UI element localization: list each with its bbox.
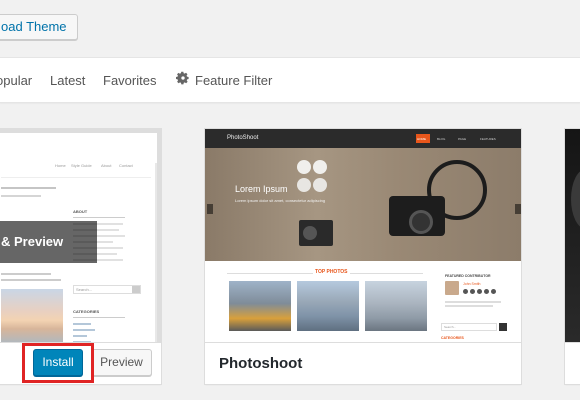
filter-latest[interactable]: Latest	[50, 73, 85, 88]
mini-categories-heading: CATEGORIES	[73, 309, 100, 314]
photo-thumb	[297, 281, 359, 331]
filter-popular[interactable]: opular	[0, 73, 32, 88]
feature-filter-link[interactable]: Feature Filter	[195, 73, 272, 88]
contributor-avatar	[445, 281, 459, 295]
upload-theme-button[interactable]: oad Theme	[0, 14, 78, 40]
top-photos-heading: TOP PHOTOS	[313, 269, 350, 275]
mini-nav-item: PAGE	[458, 137, 467, 141]
hero-image: Lorem Ipsum Lorem ipsum dolor sit amet, …	[205, 148, 521, 261]
featured-contributor-heading: FEATURED CONTRIBUTOR	[445, 274, 491, 278]
mini-nav-item: BLOG	[437, 137, 446, 141]
theme-card-photoshoot[interactable]: PhotoShoot HOME BLOG PAGE FEATURES Lorem…	[204, 128, 522, 385]
gear-icon[interactable]	[176, 71, 190, 85]
preview-label: Preview	[100, 355, 143, 369]
filter-favorites[interactable]: Favorites	[103, 73, 156, 88]
mini-categories-heading: CATEGORIES	[441, 336, 464, 340]
sunset-image	[1, 289, 63, 342]
mini-nav-item: Home	[55, 163, 66, 168]
theme-screenshot: PhotoShoot HOME BLOG PAGE FEATURES Lorem…	[205, 129, 521, 342]
contributor-name: John Smith	[463, 282, 481, 286]
mini-about-heading: ABOUT	[73, 209, 88, 214]
theme-card-footer: Photoshoot	[205, 342, 521, 384]
hero-title: Lorem Ipsum	[235, 184, 288, 194]
mini-nav-item: FEATURES	[480, 137, 496, 141]
mini-nav-item: About	[101, 163, 112, 168]
details-preview-overlay[interactable]: & Preview	[0, 221, 97, 263]
install-highlight-box	[22, 343, 94, 383]
mini-nav-item: HOME	[417, 137, 426, 141]
preview-button[interactable]: Preview	[91, 349, 152, 376]
mini-nav-item: Style Guide	[71, 163, 92, 168]
mini-brand: PhotoShoot	[227, 135, 259, 141]
mini-search: Search...	[76, 287, 93, 292]
theme-card-3[interactable]	[564, 128, 580, 385]
theme-filter-bar: opular Latest Favorites Feature Filter	[0, 57, 580, 103]
photo-thumb	[365, 281, 427, 331]
upload-theme-label: oad Theme	[1, 19, 67, 34]
details-preview-label: & Preview	[1, 234, 64, 249]
theme-name: Photoshoot	[219, 355, 303, 372]
mini-search: Search...	[444, 325, 457, 329]
theme-card-footer	[565, 342, 580, 384]
mini-nav-item: Contact	[119, 163, 133, 168]
theme-screenshot	[565, 129, 580, 342]
hero-subtitle: Lorem ipsum dolor sit amet, consectetur …	[235, 198, 326, 203]
photo-thumb	[229, 281, 291, 331]
